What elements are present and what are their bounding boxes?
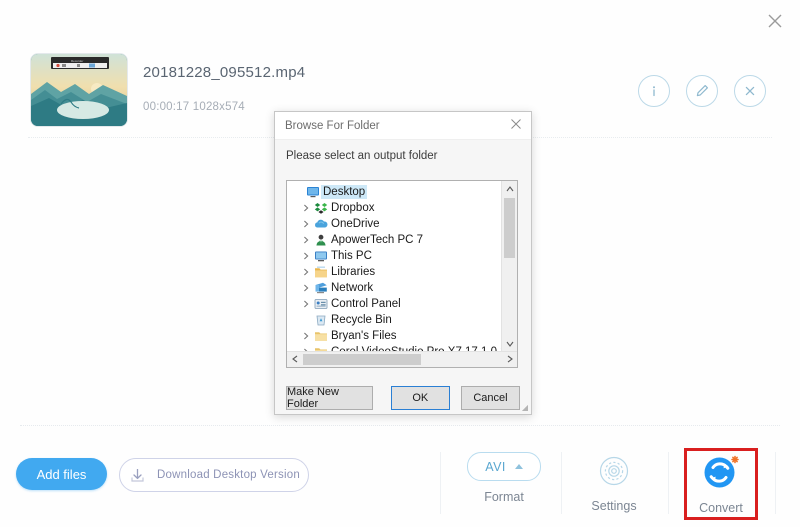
file-name: 20181228_095512.mp4 — [143, 64, 306, 81]
file-actions — [638, 75, 766, 107]
resize-grip-icon: ◢ — [521, 403, 528, 412]
computer-icon — [312, 248, 329, 264]
libraries-icon — [312, 264, 329, 280]
window-close-button[interactable] — [758, 4, 792, 38]
settings-caption: Settings — [591, 499, 637, 513]
tree-item[interactable]: Bryan's Files — [287, 328, 517, 344]
app-window: Recorder 20181228_095512.mp4 00:00:17 10… — [0, 0, 800, 527]
expander-chevron-icon[interactable] — [299, 248, 312, 264]
toolbar-divider-3 — [668, 452, 669, 514]
download-desktop-version-button[interactable]: Download Desktop Version — [119, 458, 309, 492]
tree-item[interactable]: Control Panel — [287, 296, 517, 312]
folder-tree[interactable]: Desktop Dropbox OneDrive ApowerTech PC 7 Thi… — [287, 181, 517, 351]
toolbar-divider-2 — [561, 452, 562, 514]
network-icon — [312, 280, 329, 296]
settings-control[interactable]: Settings — [566, 452, 662, 513]
add-files-button[interactable]: Add files — [16, 458, 107, 490]
close-icon — [510, 117, 522, 135]
tree-item-label: This PC — [331, 250, 372, 262]
dropbox-icon — [312, 200, 329, 216]
expander-chevron-icon[interactable] — [299, 232, 312, 248]
expander-chevron-icon[interactable] — [299, 344, 312, 351]
browse-for-folder-dialog: Browse For Folder Please select an outpu… — [274, 111, 532, 415]
toolbar-divider-4 — [775, 452, 776, 514]
info-icon — [644, 81, 664, 101]
dialog-buttons: Make New Folder OK Cancel — [286, 386, 520, 410]
tree-item[interactable]: This PC — [287, 248, 517, 264]
cancel-button[interactable]: Cancel — [460, 386, 520, 410]
tree-item[interactable]: OneDrive — [287, 216, 517, 232]
expander-chevron-icon[interactable] — [299, 280, 312, 296]
tree-hscroll-thumb[interactable] — [303, 354, 421, 365]
download-desktop-version-label: Download Desktop Version — [157, 469, 300, 481]
tree-item[interactable]: Libraries — [287, 264, 517, 280]
video-thumbnail[interactable]: Recorder — [30, 53, 128, 127]
expander-chevron-icon[interactable] — [299, 200, 312, 216]
dialog-close-button[interactable] — [501, 113, 531, 139]
download-icon — [128, 466, 147, 485]
folder-tree-body: Desktop Dropbox OneDrive ApowerTech PC 7 Thi… — [287, 181, 517, 351]
tree-item[interactable]: Network — [287, 280, 517, 296]
user-icon — [312, 232, 329, 248]
tree-item-label: Dropbox — [331, 202, 375, 214]
tree-vertical-scrollbar[interactable] — [501, 181, 517, 351]
svg-text:Recorder: Recorder — [71, 59, 83, 63]
tree-item-label: Bryan's Files — [331, 330, 397, 342]
scroll-left-arrow-icon[interactable] — [287, 355, 302, 365]
tree-item-label: Control Panel — [331, 298, 401, 310]
tree-item-label: ApowerTech PC 7 — [331, 234, 424, 246]
tree-item[interactable]: Desktop — [287, 184, 517, 200]
info-button[interactable] — [638, 75, 670, 107]
tree-item-label: Recycle Bin — [331, 314, 392, 326]
bottom-divider — [20, 425, 780, 426]
format-value: AVI — [485, 459, 506, 474]
gear-icon — [595, 452, 633, 490]
tree-scroll-thumb[interactable] — [504, 198, 515, 258]
expander-chevron-icon[interactable] — [299, 264, 312, 280]
tree-horizontal-scrollbar[interactable] — [287, 351, 517, 367]
format-dropdown[interactable]: AVI — [467, 452, 541, 481]
tree-item-label: Desktop — [321, 185, 368, 199]
add-files-label: Add files — [36, 466, 87, 482]
scroll-up-arrow-icon[interactable] — [502, 181, 517, 196]
folder-icon — [312, 344, 329, 351]
folder-tree-panel: Desktop Dropbox OneDrive ApowerTech PC 7 Thi… — [286, 180, 518, 368]
convert-highlight-annotation — [684, 448, 758, 520]
close-icon — [765, 11, 785, 31]
recycle-bin-icon — [312, 312, 329, 328]
edit-button[interactable] — [686, 75, 718, 107]
tree-item[interactable]: Corel VideoStudio Pro X7 17.1.0.22 (64 b… — [287, 344, 517, 351]
tree-item-label: Network — [331, 282, 374, 294]
format-control[interactable]: AVI Format — [456, 452, 552, 504]
close-circle-icon — [740, 81, 760, 101]
tree-item[interactable]: Dropbox — [287, 200, 517, 216]
dialog-title: Browse For Folder — [285, 119, 380, 132]
dialog-titlebar: Browse For Folder — [275, 112, 531, 140]
expander-chevron-icon[interactable] — [299, 216, 312, 232]
video-thumbnail-image: Recorder — [31, 54, 127, 126]
toolbar-divider-1 — [440, 452, 441, 514]
expander-chevron-icon[interactable] — [299, 296, 312, 312]
format-caption: Format — [484, 490, 524, 504]
tree-item-label: OneDrive — [331, 218, 380, 230]
scroll-right-arrow-icon[interactable] — [502, 355, 517, 365]
tree-item[interactable]: Recycle Bin — [287, 312, 517, 328]
pencil-icon — [692, 81, 712, 101]
make-new-folder-button[interactable]: Make New Folder — [286, 386, 373, 410]
control-panel-icon — [312, 296, 329, 312]
dialog-prompt: Please select an output folder — [286, 150, 438, 162]
folder-icon — [312, 328, 329, 344]
onedrive-icon — [312, 216, 329, 232]
file-meta: 00:00:17 1028x574 — [143, 101, 245, 113]
chevron-up-icon — [514, 464, 523, 469]
desktop-icon — [304, 184, 321, 200]
scroll-down-arrow-icon[interactable] — [502, 336, 517, 351]
tree-item[interactable]: ApowerTech PC 7 — [287, 232, 517, 248]
remove-button[interactable] — [734, 75, 766, 107]
tree-item-label: Libraries — [331, 266, 376, 278]
expander-chevron-icon[interactable] — [299, 328, 312, 344]
ok-button[interactable]: OK — [390, 386, 450, 410]
